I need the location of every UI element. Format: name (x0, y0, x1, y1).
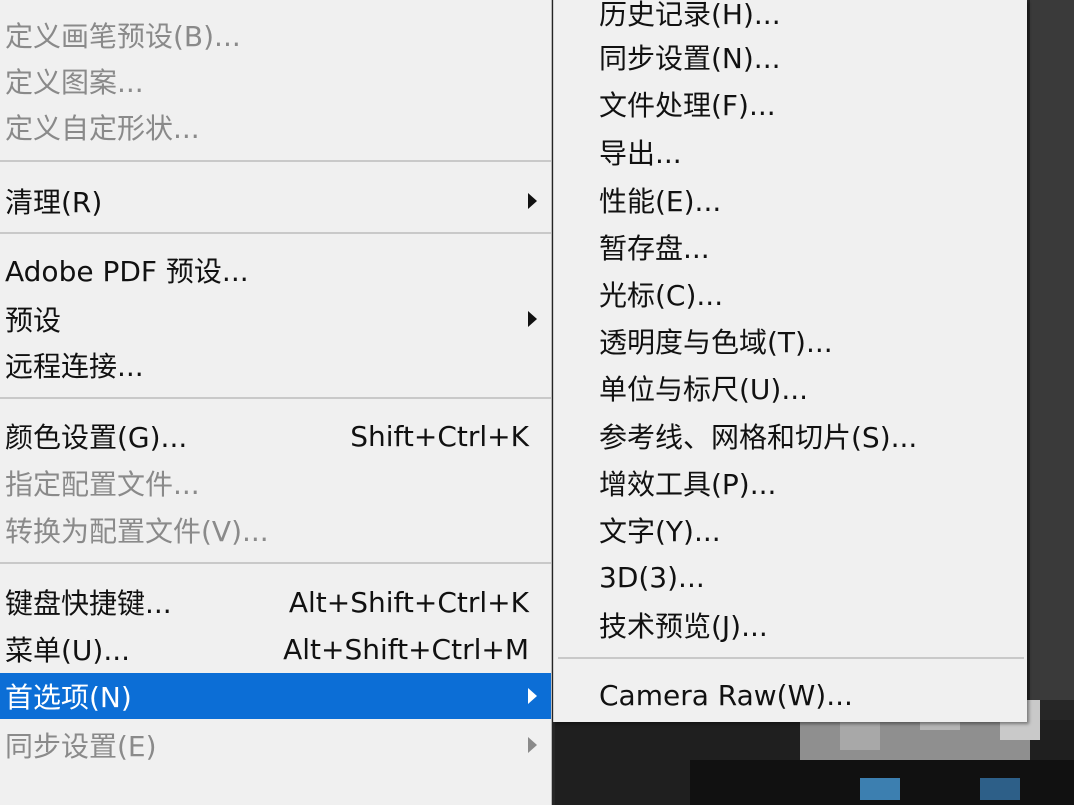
submenu-item-label: 暂存盘... (599, 232, 710, 265)
menu-item-preferences[interactable]: 首选项(N) (0, 673, 551, 719)
menu-item-label: 定义画笔预设(B)... (5, 20, 241, 53)
menu-item-label: 首选项(N) (5, 681, 132, 714)
submenu-item-label: 同步设置(N)... (599, 42, 781, 75)
submenu-item-label: 文字(Y)... (599, 515, 721, 548)
menu-item-label: 颜色设置(G)... (5, 421, 188, 454)
menu-item-define-pattern[interactable]: 定义图案... (0, 58, 551, 104)
menu-item-shortcut: Alt+Shift+Ctrl+K (288, 585, 529, 619)
menu-item-label: 定义自定形状... (5, 112, 200, 145)
menu-item-label: 同步设置(E) (5, 730, 157, 763)
menu-separator (0, 562, 551, 564)
menu-item-define-custom-shape[interactable]: 定义自定形状... (0, 104, 551, 150)
submenu-item-label: 单位与标尺(U)... (599, 373, 809, 406)
menu-item-convert-to-profile[interactable]: 转换为配置文件(V)... (0, 507, 551, 553)
menu-item-keyboard-shortcuts[interactable]: 键盘快捷键... Alt+Shift+Ctrl+K (0, 579, 551, 625)
submenu-item-units-rulers[interactable]: 单位与标尺(U)... (554, 365, 1027, 411)
submenu-item-guides-grid-slices[interactable]: 参考线、网格和切片(S)... (554, 413, 1027, 459)
submenu-item-label: Camera Raw(W)... (599, 678, 853, 712)
submenu-arrow-icon (528, 311, 537, 327)
menu-separator (0, 232, 551, 234)
preferences-submenu: 历史记录(H)... 同步设置(N)... 文件处理(F)... 导出... 性… (553, 0, 1027, 722)
submenu-item-file-handling[interactable]: 文件处理(F)... (554, 81, 1027, 127)
menu-item-shortcut: Shift+Ctrl+K (350, 419, 529, 453)
menu-item-label: 转换为配置文件(V)... (5, 515, 269, 548)
menu-item-menus[interactable]: 菜单(U)... Alt+Shift+Ctrl+M (0, 626, 551, 672)
menu-separator (0, 160, 551, 162)
submenu-arrow-icon (528, 688, 537, 704)
submenu-arrow-icon (528, 193, 537, 209)
submenu-item-technology-previews[interactable]: 技术预览(J)... (554, 602, 1027, 648)
menu-item-label: 菜单(U)... (5, 634, 131, 667)
submenu-item-label: 增效工具(P)... (599, 468, 777, 501)
menu-item-remote-connections[interactable]: 远程连接... (0, 342, 551, 388)
submenu-item-cursors[interactable]: 光标(C)... (554, 271, 1027, 317)
submenu-item-scratch-disks[interactable]: 暂存盘... (554, 224, 1027, 270)
submenu-item-transparency-gamut[interactable]: 透明度与色域(T)... (554, 318, 1027, 364)
submenu-item-type[interactable]: 文字(Y)... (554, 507, 1027, 553)
menu-separator (0, 397, 551, 399)
menu-item-label: 远程连接... (5, 350, 144, 383)
menu-item-shortcut: Alt+Shift+Ctrl+M (283, 632, 529, 666)
submenu-separator (558, 657, 1024, 659)
submenu-arrow-icon (528, 737, 537, 753)
submenu-item-performance[interactable]: 性能(E)... (554, 177, 1027, 223)
menu-item-purge[interactable]: 清理(R) (0, 178, 551, 224)
menu-item-presets[interactable]: 预设 (0, 296, 551, 342)
submenu-item-label: 性能(E)... (599, 185, 722, 218)
submenu-item-label: 透明度与色域(T)... (599, 326, 833, 359)
menu-item-color-settings[interactable]: 颜色设置(G)... Shift+Ctrl+K (0, 413, 551, 459)
menu-item-adobe-pdf-presets[interactable]: Adobe PDF 预设... (0, 247, 551, 293)
submenu-item-label: 历史记录(H)... (599, 0, 781, 31)
menu-item-label: Adobe PDF 预设... (5, 255, 249, 288)
submenu-item-label: 参考线、网格和切片(S)... (599, 421, 918, 454)
edit-menu: 定义画笔预设(B)... 定义图案... 定义自定形状... 清理(R) Ado… (0, 0, 552, 805)
submenu-item-plugins[interactable]: 增效工具(P)... (554, 460, 1027, 506)
submenu-item-label: 导出... (599, 137, 682, 170)
menu-item-label: 定义图案... (5, 66, 144, 99)
submenu-item-history-log[interactable]: 历史记录(H)... (554, 0, 1027, 36)
submenu-item-label: 光标(C)... (599, 279, 724, 312)
submenu-item-label: 3D(3)... (599, 560, 705, 594)
submenu-item-sync-settings[interactable]: 同步设置(N)... (554, 34, 1027, 80)
menu-item-assign-profile[interactable]: 指定配置文件... (0, 460, 551, 506)
menu-item-label: 键盘快捷键... (5, 587, 172, 620)
menu-item-label: 预设 (5, 304, 62, 337)
submenu-item-label: 文件处理(F)... (599, 89, 776, 122)
submenu-item-label: 技术预览(J)... (599, 610, 768, 643)
submenu-item-camera-raw[interactable]: Camera Raw(W)... (554, 672, 1027, 718)
menu-item-define-brush-preset[interactable]: 定义画笔预设(B)... (0, 12, 551, 58)
submenu-item-export[interactable]: 导出... (554, 129, 1027, 175)
submenu-item-3d[interactable]: 3D(3)... (554, 554, 1027, 600)
menu-item-label: 指定配置文件... (5, 468, 200, 501)
app-background-strip (1030, 0, 1074, 700)
menu-item-sync-settings[interactable]: 同步设置(E) (0, 722, 551, 768)
menu-item-label: 清理(R) (5, 186, 103, 219)
